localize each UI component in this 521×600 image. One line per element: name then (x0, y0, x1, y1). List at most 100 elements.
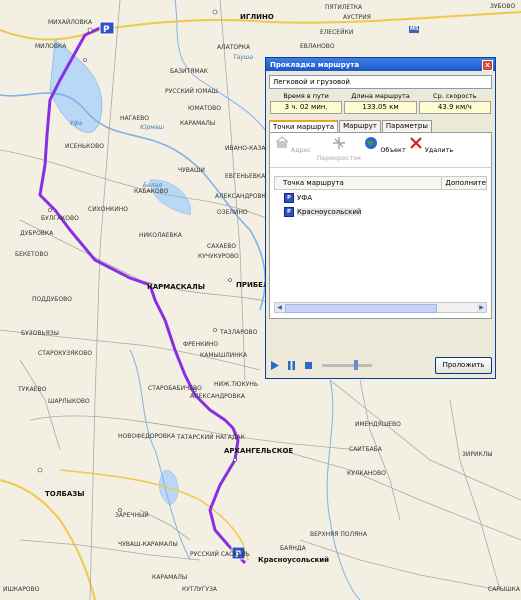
place-label: ЧУВАШИ (178, 167, 205, 174)
place-label: ЗИРИКЛЫ (462, 451, 493, 458)
place-label: СТАРОБАБИЧЕВО (148, 385, 202, 392)
delete-x-icon (409, 137, 422, 149)
place-label: ИМЕНДЯШЕВО (355, 421, 401, 428)
place-label: КАМЫШЛИНКА (200, 352, 248, 359)
place-label: ПРИБЕЛ (236, 281, 269, 289)
river (129, 349, 191, 561)
speed-slider[interactable] (322, 359, 372, 370)
horizontal-scrollbar[interactable]: ◀ ▶ (274, 302, 487, 313)
pause-icon[interactable] (286, 360, 297, 371)
start-pin-icon: P (99, 21, 115, 35)
slider-knob[interactable] (354, 359, 358, 370)
address-label: Адрес (290, 146, 312, 154)
list-item[interactable]: P УФА (284, 192, 491, 204)
crossroads-icon (333, 137, 345, 149)
object-button[interactable]: Объект (362, 133, 408, 167)
place-label: ТУКАЕВО (18, 386, 47, 393)
speed-value: 43.9 км/ч (418, 101, 491, 114)
point-name: УФА (297, 194, 313, 202)
place-label: БАЗИТЯМАК (170, 68, 208, 75)
map-window: P P ПЯТИЛЕТКА АУСТРИЯ ЗУБОВО МИХАЙЛОВКА ИГЛИ… (0, 0, 521, 600)
place-label: САРЫШКА (488, 586, 520, 593)
place-label: КАРАМАЛЫ (180, 120, 216, 127)
parking-pin-icon: P (284, 193, 294, 203)
scroll-right-icon[interactable]: ▶ (477, 303, 486, 312)
point-name: Красноусольский (297, 208, 362, 216)
place-label: КАБАКОВО (134, 188, 169, 195)
scroll-thumb[interactable] (285, 304, 437, 313)
place-label: КУЛКАНОВО (347, 470, 386, 477)
river-label: Юрмаш (140, 124, 164, 131)
place-label: СТАРОКУЗЯКОВО (38, 350, 93, 357)
time-value: 3 ч. 02 мин. (270, 101, 343, 114)
points-list-header: Точка маршрута Дополните (274, 176, 487, 190)
delete-button[interactable]: Удалить (408, 133, 454, 167)
time-label: Время в пути (283, 92, 329, 100)
place-label: ФРЕНКИНО (183, 341, 219, 348)
place-label: БЕКЕТОВО (15, 251, 49, 258)
place-label: МИЛОВКА (35, 43, 67, 50)
delete-label: Удалить (424, 146, 454, 154)
tab-route-points[interactable]: Точки маршрута (269, 120, 339, 132)
place-label: АЛЕКСАНДРОВКА (190, 393, 245, 400)
place-label: ТАЗЛАРОВО (220, 329, 258, 336)
stop-icon[interactable] (303, 360, 314, 371)
place-label: ЕВГЕНЬЕВКА (225, 173, 266, 180)
place-label: КУТЛУГУЗА (182, 586, 218, 593)
place-label: Красноусольский (258, 556, 330, 564)
place-label: ПОДДУБОВО (32, 296, 72, 303)
build-route-button[interactable]: Проложить (435, 356, 492, 374)
road-number-label: М5 (409, 26, 420, 33)
tab-parameters[interactable]: Параметры (381, 120, 432, 132)
place-label: ВЕРХНЯЯ ПОЛЯНА (310, 531, 367, 538)
river-label: Тауша (233, 54, 254, 61)
dialog-titlebar[interactable]: Прокладка маршрута x (266, 58, 495, 71)
place-label: ИВАНО-КАЗА (225, 145, 266, 152)
address-button[interactable]: Адрес (270, 133, 316, 167)
place-label: РУССКИЙ ЮМАШ (165, 88, 218, 95)
river (326, 379, 361, 600)
col-extra-header[interactable]: Дополните (442, 177, 486, 189)
place-label: ИСЕНЬКОВО (65, 143, 104, 150)
svg-text:P: P (103, 25, 110, 35)
place-label: ЗАРЕЧНЫЙ (115, 512, 149, 519)
place-label: БУЗОВЬЯЗЫ (21, 330, 59, 337)
vehicle-type-field[interactable]: Легковой и грузовой (269, 75, 492, 89)
place-label: ИШКАРОВО (3, 586, 40, 593)
place-label: КУЧУКУРОВО (198, 253, 239, 260)
place-label: ИГЛИНО (240, 13, 274, 21)
parking-pin-icon: P (284, 207, 294, 217)
dialog-bottom-bar: Проложить (269, 356, 492, 374)
address-icon (275, 136, 288, 148)
dialog-title: Прокладка маршрута (270, 60, 360, 69)
place-label: АРХАНГЕЛЬСКОЕ (224, 447, 294, 455)
place-label: АЛЕКСАНДРОВКА (215, 193, 270, 200)
tab-route[interactable]: Маршрут (339, 120, 381, 132)
place-label: ЗУБОВО (490, 3, 516, 10)
close-icon[interactable]: x (482, 60, 493, 71)
place-label: ШАРЛЫКОВО (48, 398, 90, 405)
speed-label: Ср. скорость (433, 92, 477, 100)
object-label: Объект (380, 146, 406, 154)
place-label: САХАЕВО (207, 243, 237, 250)
river-label: Уфа (70, 120, 83, 127)
distance-label: Длина маршрута (351, 92, 410, 100)
place-label: МИХАЙЛОВКА (48, 19, 93, 26)
place-label: ЮМАТОВО (188, 105, 221, 112)
river-label: Белая (143, 182, 162, 189)
dialog-tabs: Точки маршрута Маршрут Параметры (269, 120, 492, 133)
place-label: БАЯНДА (280, 545, 306, 552)
crossroads-button[interactable]: Перекресток (316, 133, 362, 167)
place-label: ТАТАРСКИЙ НАГАДАК (177, 434, 245, 441)
play-icon[interactable] (269, 360, 280, 371)
distance-value: 133.05 км (344, 101, 417, 114)
place-label: КАРАМАЛЫ (152, 574, 188, 581)
col-point-header[interactable]: Точка маршрута (275, 177, 443, 189)
place-label: СИХОНКИНО (88, 206, 129, 213)
globe-icon (365, 137, 378, 149)
list-item[interactable]: P Красноусольский (284, 206, 491, 218)
scroll-left-icon[interactable]: ◀ (275, 303, 284, 312)
route-points-panel: Адрес Перекресток Объект Удалить Точка м… (269, 133, 492, 319)
place-label: РУССКИЙ САСКУЛЬ (190, 551, 250, 558)
place-label: ЧУВАШ-КАРАМАЛЫ (118, 541, 178, 548)
